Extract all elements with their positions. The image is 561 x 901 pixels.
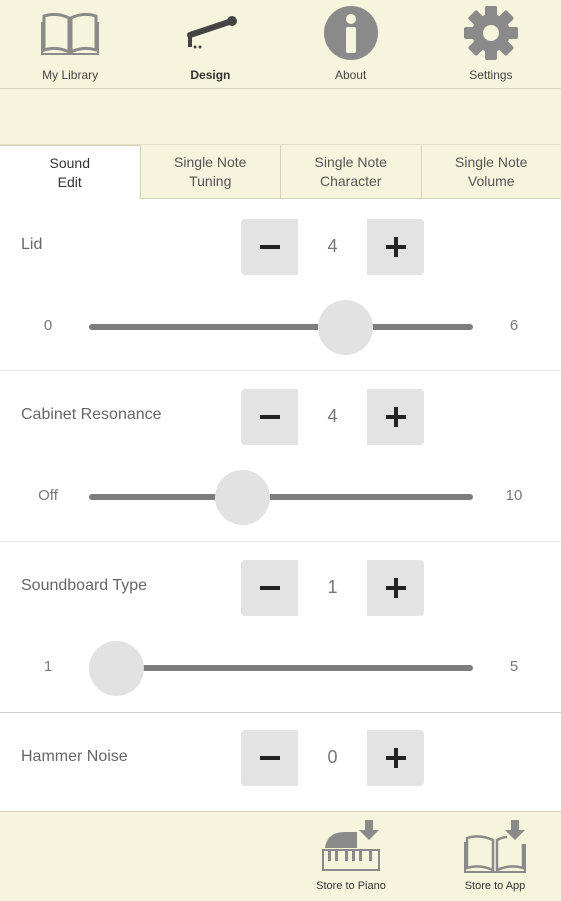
slider-min-label: 0 xyxy=(18,317,78,334)
value-display: 4 xyxy=(298,406,367,427)
book-icon xyxy=(40,4,100,62)
setting-label: Cabinet Resonance xyxy=(21,406,162,424)
bottom-action-bar: Store to Piano Store to App xyxy=(0,811,561,901)
top-navigation: My Library Design About xyxy=(0,0,561,89)
setting-label: Soundboard Type xyxy=(21,577,147,595)
increment-button[interactable] xyxy=(367,560,424,616)
book-download-icon xyxy=(463,818,527,878)
info-icon xyxy=(321,4,381,62)
nav-my-library[interactable]: My Library xyxy=(0,0,140,88)
value-display: 1 xyxy=(298,577,367,598)
tab-single-note-character[interactable]: Single Note Character xyxy=(280,145,421,199)
nav-label: About xyxy=(335,68,366,82)
slider-track[interactable] xyxy=(89,324,473,330)
setting-label: Lid xyxy=(21,236,42,254)
design-pen-icon xyxy=(180,4,240,62)
slider-min-label: Off xyxy=(18,487,78,504)
tab-sound-edit[interactable]: Sound Edit xyxy=(0,145,140,199)
store-to-piano-label: Store to Piano xyxy=(316,880,386,892)
tab-single-note-volume[interactable]: Single Note Volume xyxy=(421,145,561,199)
tab-single-note-tuning[interactable]: Single Note Tuning xyxy=(140,145,281,199)
decrement-button[interactable] xyxy=(241,730,298,786)
decrement-button[interactable] xyxy=(241,219,298,275)
slider-thumb[interactable] xyxy=(89,641,144,696)
increment-button[interactable] xyxy=(367,389,424,445)
tab-bar: Sound Edit Single Note Tuning Single Not… xyxy=(0,145,561,199)
increment-button[interactable] xyxy=(367,730,424,786)
gear-icon xyxy=(461,4,521,62)
sub-header-bar xyxy=(0,89,561,145)
plus-icon xyxy=(386,237,406,257)
decrement-button[interactable] xyxy=(241,560,298,616)
piano-download-icon xyxy=(321,818,381,878)
store-to-piano-button[interactable]: Store to Piano xyxy=(296,812,406,901)
slider-track[interactable] xyxy=(89,665,473,671)
plus-icon xyxy=(386,407,406,427)
minus-icon xyxy=(260,748,280,768)
nav-label: Design xyxy=(190,68,230,82)
store-to-app-button[interactable]: Store to App xyxy=(440,812,550,901)
value-display: 4 xyxy=(298,236,367,257)
nav-about[interactable]: About xyxy=(281,0,421,88)
slider-thumb[interactable] xyxy=(215,470,270,525)
plus-icon xyxy=(386,748,406,768)
setting-lid: Lid 4 0 6 xyxy=(0,200,561,371)
slider-max-label: 5 xyxy=(484,658,544,675)
minus-icon xyxy=(260,407,280,427)
setting-label: Hammer Noise xyxy=(21,748,128,766)
setting-cabinet-resonance: Cabinet Resonance 4 Off 10 xyxy=(0,371,561,542)
nav-label: Settings xyxy=(469,68,512,82)
store-to-app-label: Store to App xyxy=(465,880,526,892)
slider-min-label: 1 xyxy=(18,658,78,675)
plus-icon xyxy=(386,578,406,598)
minus-icon xyxy=(260,578,280,598)
nav-settings[interactable]: Settings xyxy=(421,0,561,88)
slider-max-label: 10 xyxy=(484,487,544,504)
setting-hammer-noise: Hammer Noise 0 xyxy=(0,713,561,811)
value-display: 0 xyxy=(298,747,367,768)
nav-design[interactable]: Design xyxy=(140,0,280,88)
slider-max-label: 6 xyxy=(484,317,544,334)
decrement-button[interactable] xyxy=(241,389,298,445)
setting-soundboard-type: Soundboard Type 1 1 5 xyxy=(0,542,561,713)
nav-label: My Library xyxy=(42,68,98,82)
slider-thumb[interactable] xyxy=(318,300,373,355)
minus-icon xyxy=(260,237,280,257)
increment-button[interactable] xyxy=(367,219,424,275)
slider-track[interactable] xyxy=(89,494,473,500)
